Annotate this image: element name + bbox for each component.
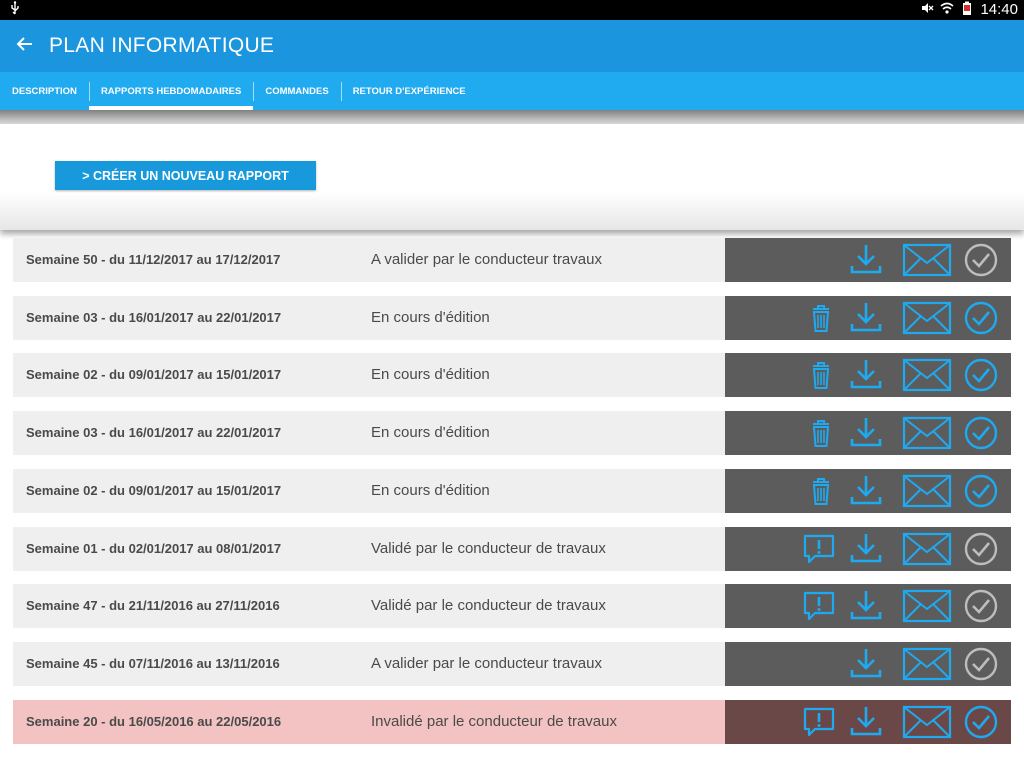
tab-bar: DESCRIPTION RAPPORTS HEBDOMADAIRES COMMA… [0,72,1024,110]
download-icon[interactable] [848,704,884,740]
report-info[interactable]: Semaine 02 - du 09/01/2017 au 15/01/2017… [13,468,725,513]
report-info[interactable]: Semaine 45 - du 07/11/2016 au 13/11/2016… [13,641,725,686]
report-status: Validé par le conducteur de travaux [371,539,606,557]
report-actions [725,641,1011,686]
report-period: Semaine 02 - du 09/01/2017 au 15/01/2017 [26,367,282,383]
report-period: Semaine 02 - du 09/01/2017 au 15/01/2017 [26,482,282,498]
report-period: Semaine 01 - du 02/01/2017 au 08/01/2017 [26,540,282,556]
report-row[interactable]: Semaine 03 - du 16/01/2017 au 22/01/2017… [13,411,1011,456]
mail-icon[interactable] [902,588,952,624]
check-circle-icon[interactable] [963,531,999,567]
report-actions [725,526,1011,571]
report-actions [725,468,1011,513]
report-period: Semaine 50 - du 11/12/2017 au 17/12/2017 [26,252,281,267]
report-status: En cours d'édition [371,366,490,384]
header-shadow [0,110,1024,124]
report-status: En cours d'édition [371,424,490,442]
mail-icon[interactable] [902,300,952,336]
trash-icon[interactable] [803,300,839,336]
mail-icon[interactable] [902,357,952,393]
download-icon[interactable] [848,357,884,393]
report-row[interactable]: Semaine 02 - du 09/01/2017 au 15/01/2017… [13,468,1011,513]
mail-icon[interactable] [902,704,952,740]
check-circle-icon[interactable] [963,588,999,624]
create-panel: > CRÉER UN NOUVEAU RAPPORT [0,124,1024,230]
check-circle-icon[interactable] [963,357,999,393]
report-status: Validé par le conducteur de travaux [371,597,606,615]
mail-icon[interactable] [902,415,952,451]
check-circle-icon[interactable] [963,415,999,451]
report-actions [725,295,1011,340]
download-icon[interactable] [848,588,884,624]
comment-alert-icon[interactable] [801,531,837,567]
download-icon[interactable] [848,415,884,451]
wifi-icon [940,1,954,18]
report-actions [725,584,1011,629]
tab-description[interactable]: DESCRIPTION [0,72,89,110]
report-row[interactable]: Semaine 50 - du 11/12/2017 au 17/12/2017… [13,238,1011,282]
report-info[interactable]: Semaine 01 - du 02/01/2017 au 08/01/2017… [13,526,725,571]
download-icon[interactable] [848,531,884,567]
clock: 14:40 [980,1,1018,18]
report-row[interactable]: Semaine 02 - du 09/01/2017 au 15/01/2017… [13,353,1011,398]
comment-alert-icon[interactable] [801,704,837,740]
report-period: Semaine 03 - du 16/01/2017 au 22/01/2017 [26,309,282,325]
check-circle-icon[interactable] [963,300,999,336]
mail-icon[interactable] [902,531,952,567]
report-actions [725,353,1011,398]
report-info[interactable]: Semaine 03 - du 16/01/2017 au 22/01/2017… [13,411,725,456]
comment-alert-icon[interactable] [801,588,837,624]
download-icon[interactable] [848,646,884,682]
battery-icon [960,1,974,18]
report-period: Semaine 47 - du 21/11/2016 au 27/11/2016 [26,598,280,614]
report-status: En cours d'édition [371,481,490,499]
report-status: Invalidé par le conducteur de travaux [371,712,617,730]
report-status: A valider par le conducteur travaux [371,654,602,672]
page-title: PLAN INFORMATIQUE [49,34,275,57]
report-period: Semaine 20 - du 16/05/2016 au 22/05/2016 [26,713,282,729]
check-circle-icon[interactable] [963,473,999,509]
report-actions [725,238,1011,282]
tab-rapports-hebdomadaires[interactable]: RAPPORTS HEBDOMADAIRES [88,72,254,110]
trash-icon[interactable] [803,473,839,509]
arrow-left-icon[interactable] [14,33,36,55]
create-report-button[interactable]: > CRÉER UN NOUVEAU RAPPORT [55,161,316,190]
check-circle-icon[interactable] [963,242,999,278]
report-info[interactable]: Semaine 02 - du 09/01/2017 au 15/01/2017… [13,353,725,398]
tab-commandes[interactable]: COMMANDES [253,72,340,110]
trash-icon[interactable] [803,415,839,451]
report-status: En cours d'édition [371,308,490,326]
report-period: Semaine 45 - du 07/11/2016 au 13/11/2016 [26,655,280,671]
download-icon[interactable] [848,242,884,278]
mail-icon[interactable] [902,242,952,278]
report-row[interactable]: Semaine 03 - du 16/01/2017 au 22/01/2017… [13,295,1011,340]
report-row[interactable]: Semaine 20 - du 16/05/2016 au 22/05/2016… [13,699,1011,744]
report-info[interactable]: Semaine 03 - du 16/01/2017 au 22/01/2017… [13,295,725,340]
check-circle-icon[interactable] [963,646,999,682]
tab-retour-experience[interactable]: RETOUR D'EXPÉRIENCE [340,72,478,110]
report-row[interactable]: Semaine 01 - du 02/01/2017 au 08/01/2017… [13,526,1011,571]
check-circle-icon[interactable] [963,704,999,740]
report-info[interactable]: Semaine 20 - du 16/05/2016 au 22/05/2016… [13,699,725,744]
report-info[interactable]: Semaine 47 - du 21/11/2016 au 27/11/2016… [13,584,725,629]
mail-icon[interactable] [902,473,952,509]
mail-icon[interactable] [902,646,952,682]
report-actions [725,699,1011,744]
app-bar: PLAN INFORMATIQUE [0,20,1024,72]
mute-icon [920,1,934,18]
report-actions [725,411,1011,456]
report-row[interactable]: Semaine 45 - du 07/11/2016 au 13/11/2016… [13,641,1011,686]
report-status: A valider par le conducteur travaux [371,251,602,268]
report-period: Semaine 03 - du 16/01/2017 au 22/01/2017 [26,425,282,441]
download-icon[interactable] [848,300,884,336]
status-bar: 14:40 [0,0,1024,20]
report-info[interactable]: Semaine 50 - du 11/12/2017 au 17/12/2017… [13,238,725,282]
report-row[interactable]: Semaine 47 - du 21/11/2016 au 27/11/2016… [13,584,1011,629]
trash-icon[interactable] [803,357,839,393]
download-icon[interactable] [848,473,884,509]
usb-icon [8,1,22,18]
